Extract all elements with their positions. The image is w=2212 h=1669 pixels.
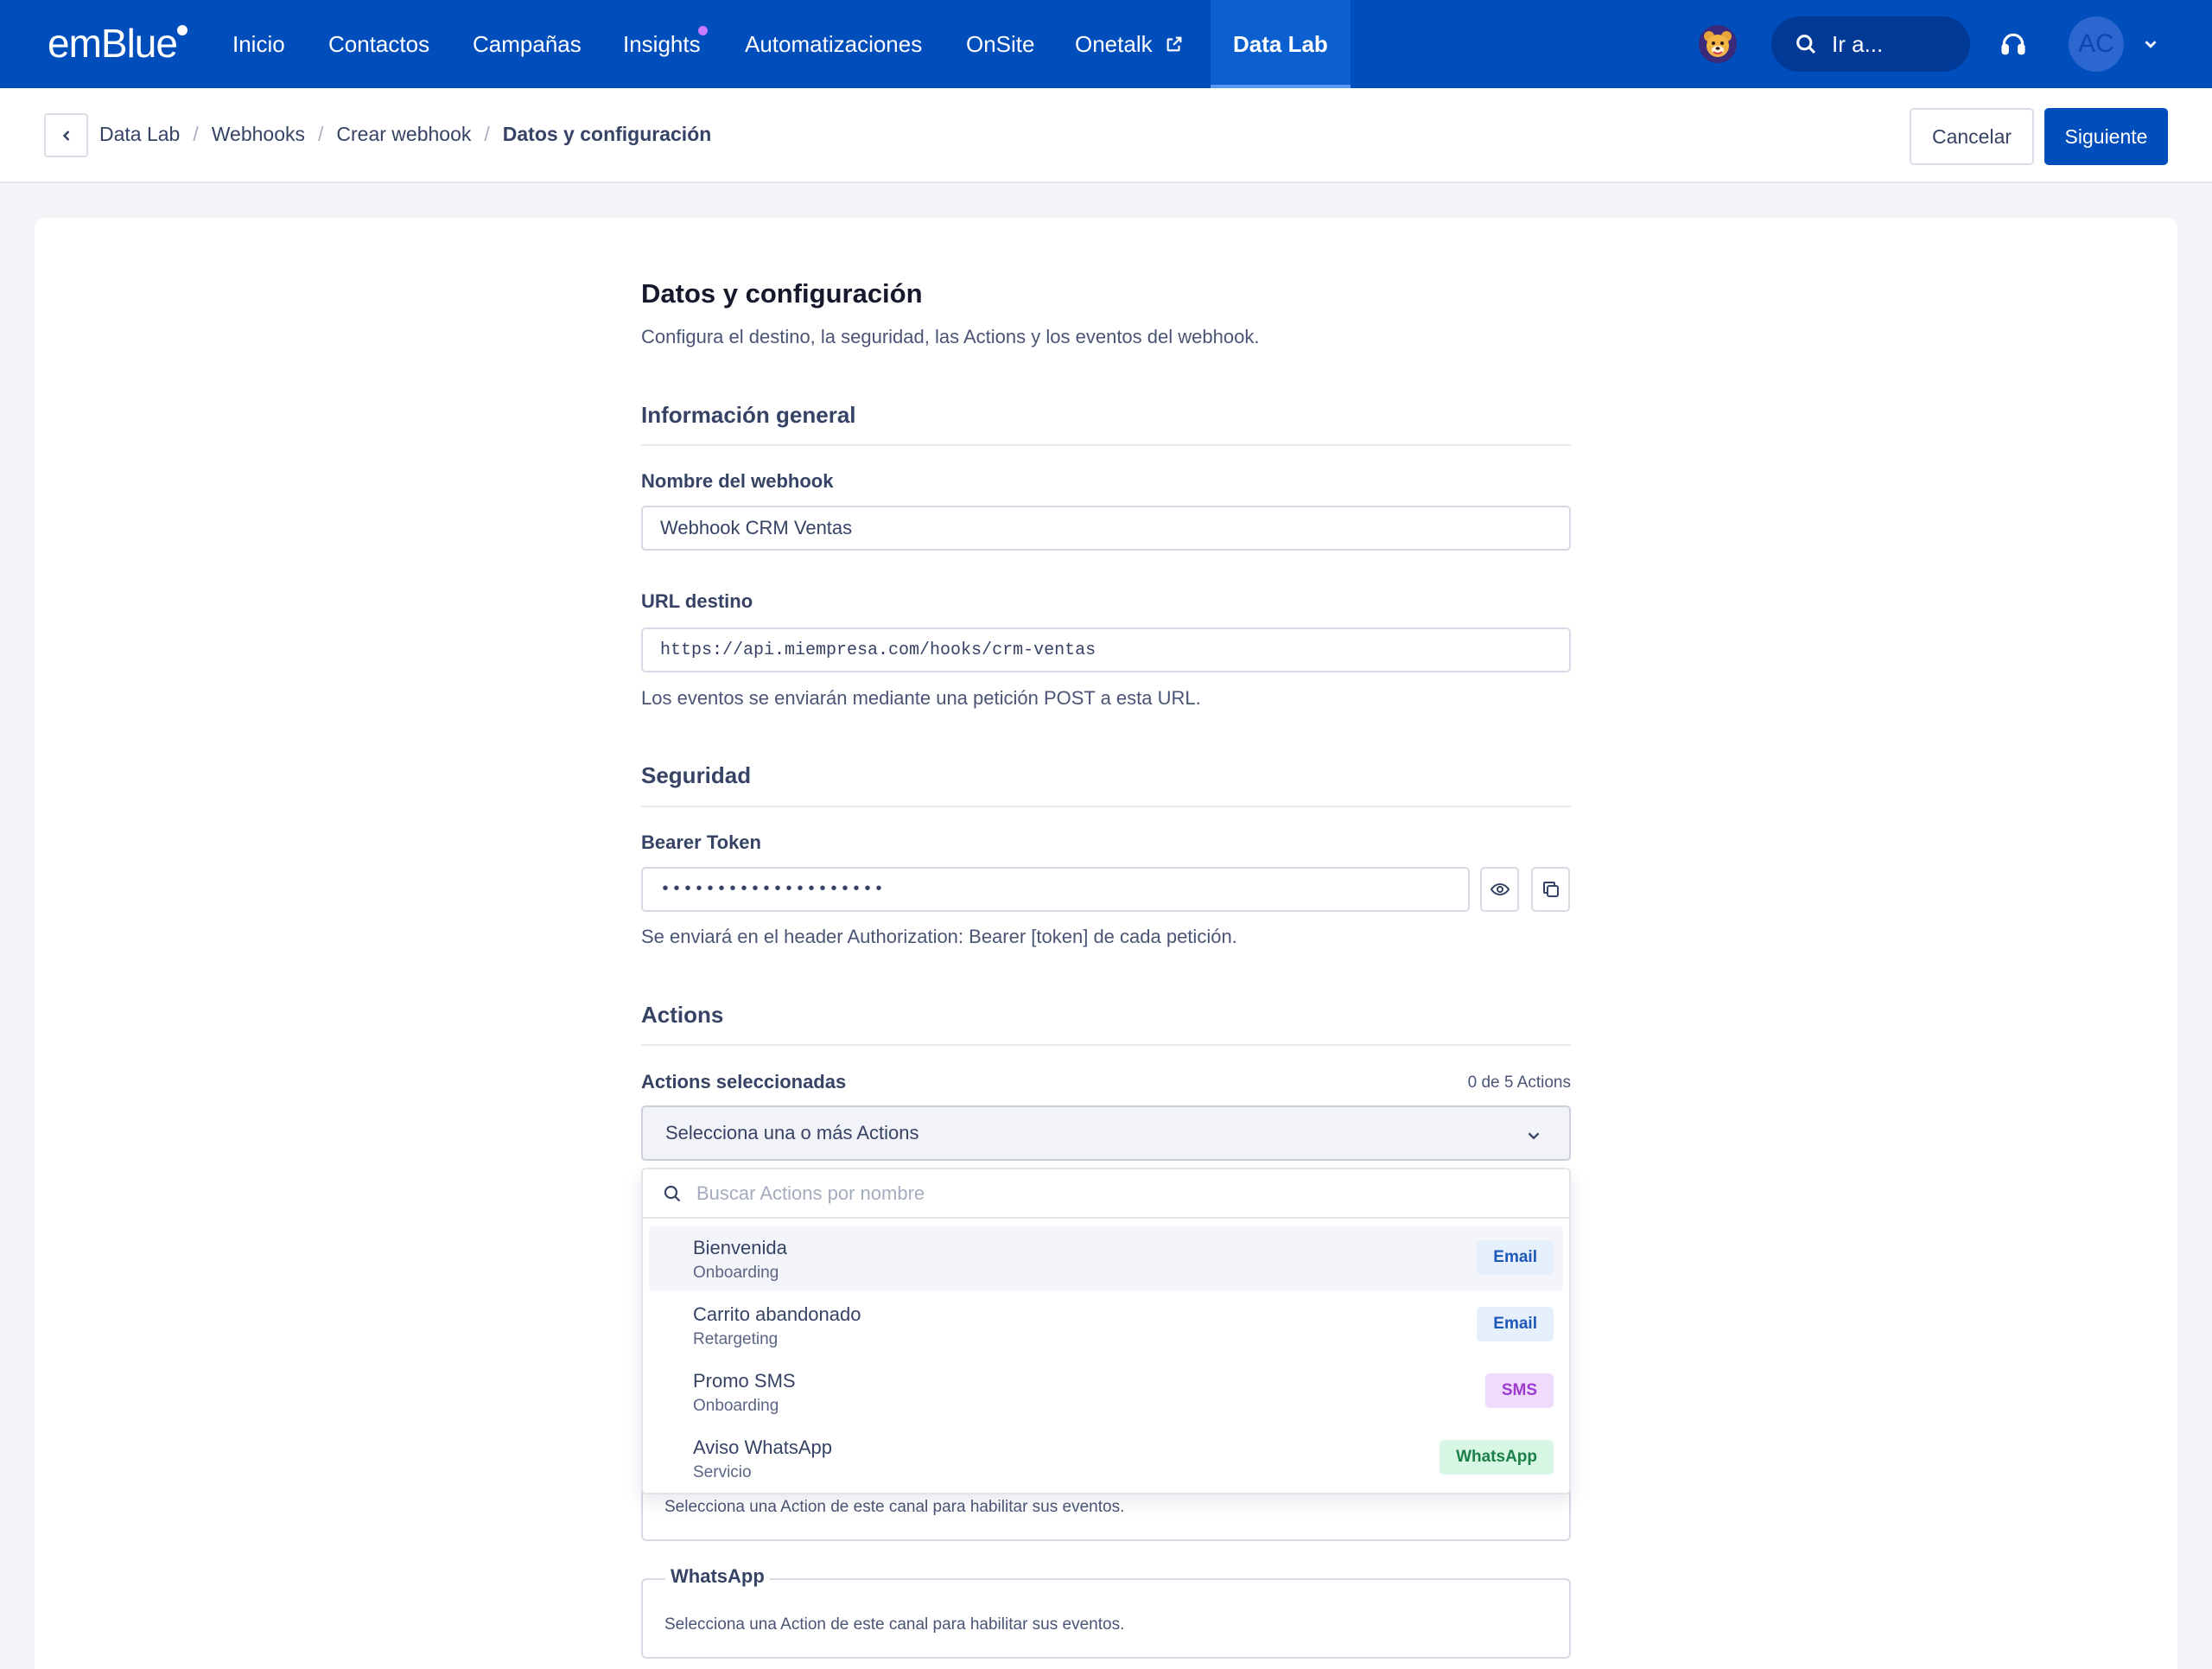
chevron-down-icon bbox=[1528, 1132, 1540, 1140]
webhook-name-value: Webhook CRM Ventas bbox=[660, 517, 853, 538]
nav-item-insights[interactable]: Insights bbox=[623, 0, 708, 88]
breadcrumb-separator: / bbox=[484, 123, 490, 145]
cancel-button[interactable]: Cancelar bbox=[1910, 108, 2034, 165]
copy-token-button[interactable] bbox=[1531, 867, 1570, 912]
section-title-general: Información general bbox=[641, 402, 856, 428]
actions-select-placeholder: Selecciona una o más Actions bbox=[665, 1122, 919, 1143]
action-option-name: Aviso WhatsApp bbox=[693, 1436, 833, 1458]
search-icon bbox=[664, 1185, 681, 1201]
top-navigation-bar: emBlue Inicio Contactos Campañas Insight… bbox=[0, 0, 2212, 88]
breadcrumb-separator: / bbox=[193, 123, 199, 145]
action-option-category: Onboarding bbox=[693, 1264, 779, 1282]
page-header: Data Lab / Webhooks / Crear webhook / Da… bbox=[0, 88, 2212, 183]
action-option-carrito-abandonado[interactable]: Carrito abandonado Retargeting Email bbox=[649, 1293, 1563, 1357]
eye-icon bbox=[1490, 882, 1510, 896]
nav-item-onetalk[interactable]: Onetalk bbox=[1075, 0, 1184, 88]
mascot-icon[interactable] bbox=[1699, 25, 1737, 63]
logo-text: emBlue bbox=[48, 21, 178, 66]
channel-badge-whatsapp: WhatsApp bbox=[1440, 1440, 1554, 1475]
actions-selected-label: Actions seleccionadas bbox=[641, 1071, 847, 1092]
action-option-name: Bienvenida bbox=[693, 1237, 787, 1258]
logo-dot bbox=[176, 25, 188, 35]
action-option-category: Onboarding bbox=[693, 1397, 779, 1415]
page-subtitle: Configura el destino, la seguridad, las … bbox=[641, 326, 1260, 347]
breadcrumb-crear-webhook[interactable]: Crear webhook bbox=[336, 123, 471, 146]
section-divider bbox=[641, 806, 1571, 807]
action-option-promo-sms[interactable]: Promo SMS Onboarding SMS bbox=[649, 1360, 1563, 1424]
whatsapp-legend: WhatsApp bbox=[665, 1565, 770, 1588]
next-button[interactable]: Siguiente bbox=[2044, 108, 2168, 165]
whatsapp-help-text: Selecciona una Action de este canal para… bbox=[664, 1615, 1125, 1634]
notification-dot bbox=[697, 26, 708, 35]
action-option-category: Retargeting bbox=[693, 1330, 779, 1348]
breadcrumb-current: Datos y configuración bbox=[502, 123, 712, 145]
nav-item-label: Inicio bbox=[232, 30, 285, 57]
avatar-initials: AC bbox=[2078, 29, 2114, 58]
channel-help-text: Selecciona una Action de este canal para… bbox=[664, 1498, 1125, 1516]
bearer-token-help: Se enviará en el header Authorization: B… bbox=[641, 926, 1237, 947]
nav-item-label: Contactos bbox=[328, 30, 430, 57]
nav-item-automatizaciones[interactable]: Automatizaciones bbox=[745, 0, 922, 88]
nav-item-inicio[interactable]: Inicio bbox=[232, 0, 285, 88]
url-label: URL destino bbox=[641, 590, 753, 612]
webhook-name-label: Nombre del webhook bbox=[641, 470, 834, 492]
nav-item-onsite[interactable]: OnSite bbox=[966, 0, 1035, 88]
channel-badge-email: Email bbox=[1477, 1307, 1554, 1341]
nav-item-label: Onetalk bbox=[1075, 30, 1153, 57]
actions-select[interactable]: Selecciona una o más Actions bbox=[641, 1105, 1571, 1161]
section-title-actions: Actions bbox=[641, 1002, 724, 1028]
action-option-category: Servicio bbox=[693, 1463, 752, 1481]
breadcrumb-separator: / bbox=[318, 123, 324, 145]
show-token-button[interactable] bbox=[1480, 867, 1519, 912]
actions-counter: 0 de 5 Actions bbox=[1467, 1073, 1571, 1092]
action-option-bienvenida[interactable]: Bienvenida Onboarding Email bbox=[649, 1226, 1563, 1290]
bear-face-icon bbox=[1704, 31, 1732, 57]
nav-item-contactos[interactable]: Contactos bbox=[328, 0, 429, 88]
nav-item-label: Campañas bbox=[473, 30, 582, 57]
action-option-name: Carrito abandonado bbox=[693, 1303, 861, 1325]
channel-badge-sms: SMS bbox=[1484, 1373, 1554, 1408]
breadcrumb-data-lab[interactable]: Data Lab bbox=[99, 123, 180, 146]
section-divider bbox=[641, 444, 1571, 446]
actions-dropdown-menu: Bienvenida Onboarding Email Carrito aban… bbox=[641, 1168, 1571, 1494]
section-divider bbox=[641, 1044, 1571, 1046]
action-option-aviso-whatsapp[interactable]: Aviso WhatsApp Servicio WhatsApp bbox=[649, 1426, 1563, 1490]
channel-badge-email: Email bbox=[1477, 1240, 1554, 1275]
url-value: https://api.miempresa.com/hooks/crm-vent… bbox=[660, 640, 1096, 660]
actions-search-input[interactable] bbox=[696, 1182, 1474, 1205]
breadcrumb-webhooks[interactable]: Webhooks bbox=[212, 123, 305, 146]
external-link-icon bbox=[1166, 36, 1182, 52]
nav-item-label: Data Lab bbox=[1233, 30, 1328, 57]
chevron-down-icon[interactable] bbox=[2141, 35, 2160, 54]
bearer-token-value: •••••••••••••••••••• bbox=[660, 879, 886, 900]
bearer-token-input[interactable]: •••••••••••••••••••• bbox=[641, 867, 1470, 912]
section-title-security: Seguridad bbox=[641, 762, 752, 788]
user-avatar[interactable]: AC bbox=[2069, 16, 2124, 72]
breadcrumb: Data Lab / Webhooks / Crear webhook / Da… bbox=[99, 123, 711, 146]
search-label: Ir a... bbox=[1832, 30, 1884, 57]
global-search-button[interactable]: Ir a... bbox=[1771, 16, 1970, 72]
nav-item-label: Insights bbox=[623, 30, 701, 57]
copy-icon bbox=[1542, 882, 1559, 897]
url-help-text: Los eventos se enviarán mediante una pet… bbox=[641, 687, 1201, 709]
search-icon bbox=[1796, 35, 1815, 54]
action-option-name: Promo SMS bbox=[693, 1370, 796, 1392]
webhook-name-input[interactable]: Webhook CRM Ventas bbox=[641, 506, 1571, 551]
headset-icon[interactable] bbox=[1999, 29, 2027, 59]
url-input[interactable]: https://api.miempresa.com/hooks/crm-vent… bbox=[641, 627, 1571, 672]
actions-search-bar bbox=[643, 1169, 1569, 1219]
page-title: Datos y configuración bbox=[641, 278, 923, 309]
nav-item-label: Automatizaciones bbox=[745, 30, 923, 57]
nav-item-data-lab[interactable]: Data Lab bbox=[1211, 0, 1351, 88]
nav-item-label: OnSite bbox=[966, 30, 1035, 57]
nav-item-campanas[interactable]: Campañas bbox=[473, 0, 582, 88]
back-button[interactable] bbox=[44, 113, 88, 157]
chevron-left-icon bbox=[62, 130, 69, 141]
bearer-token-label: Bearer Token bbox=[641, 831, 761, 853]
emblue-logo[interactable]: emBlue bbox=[48, 21, 188, 66]
